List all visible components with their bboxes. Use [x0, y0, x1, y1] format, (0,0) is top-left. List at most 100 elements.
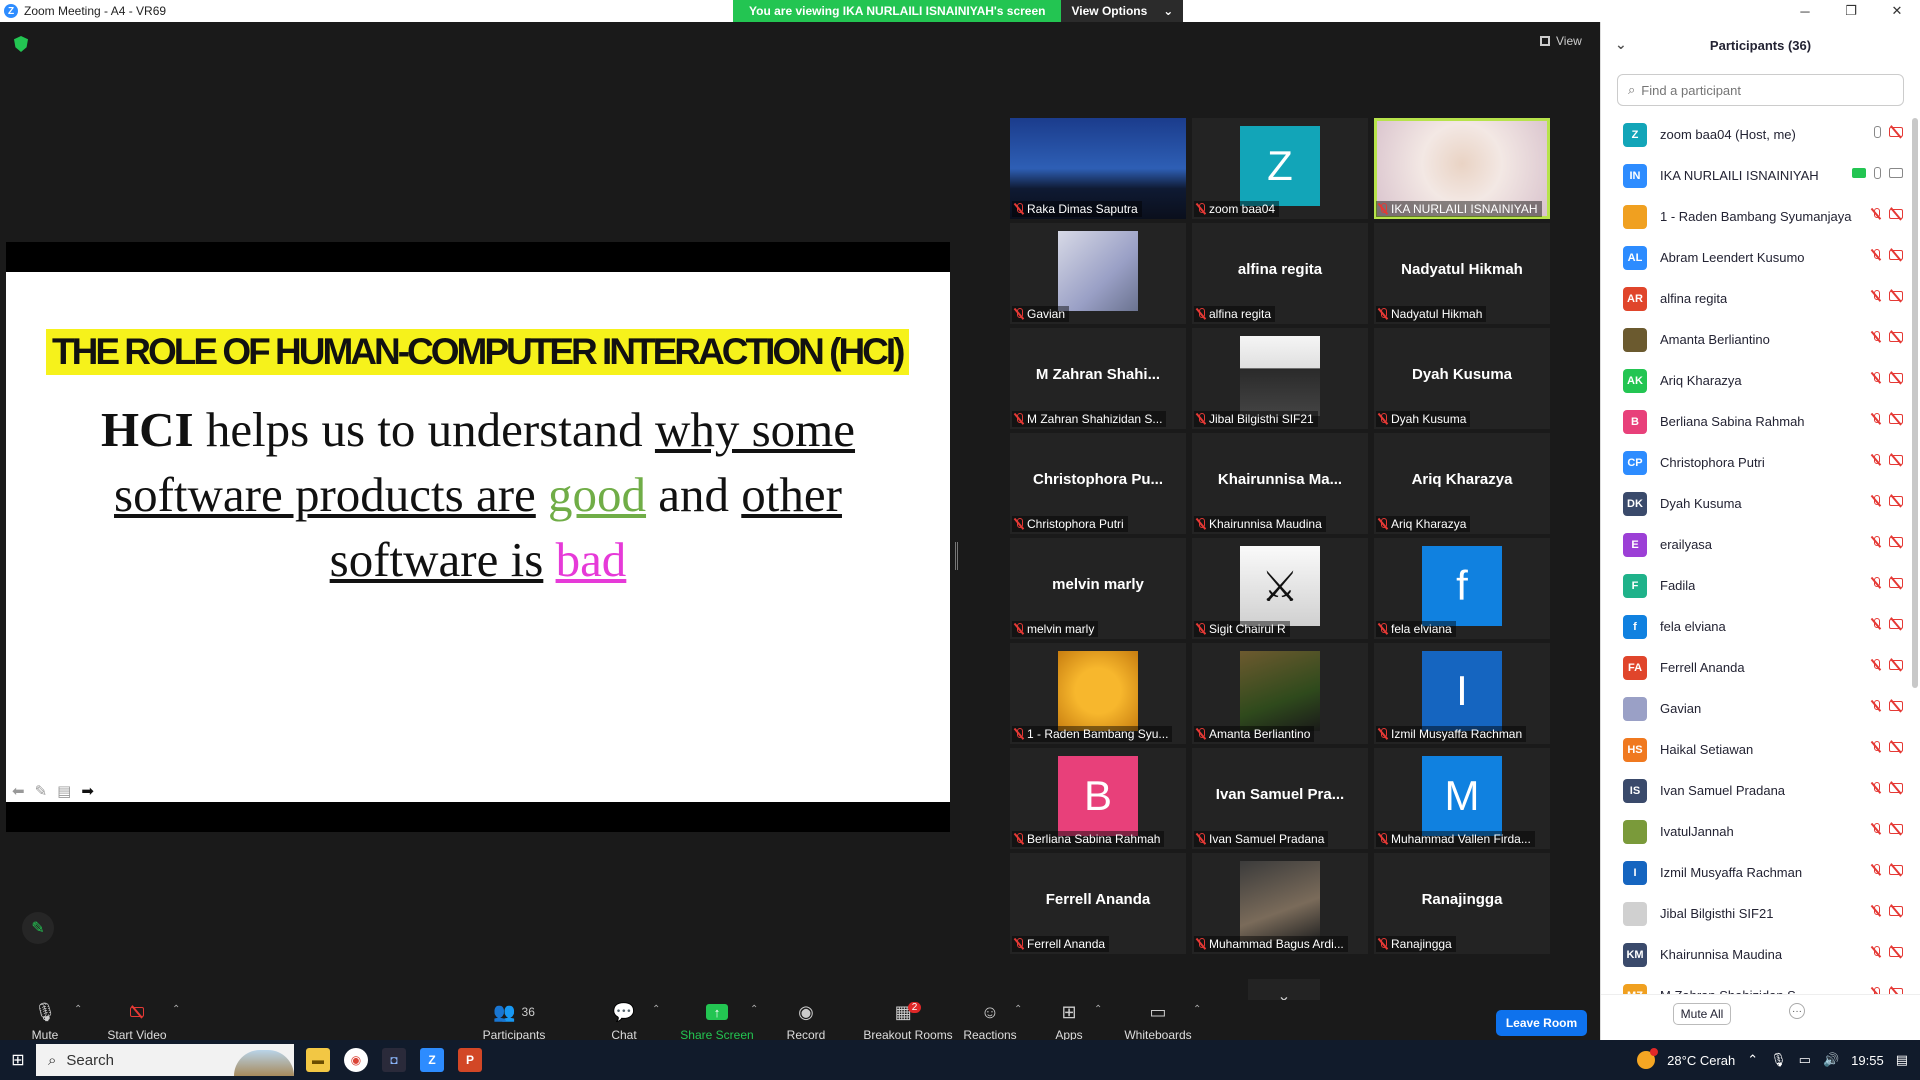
video-tile[interactable]: M Zahran Shahi... M Zahran Shahizidan S..…: [1010, 328, 1186, 429]
mic-muted-icon[interactable]: [1871, 782, 1881, 794]
powerpoint-icon[interactable]: P: [458, 1048, 482, 1072]
video-tile[interactable]: Muhammad Bagus Ardi...: [1192, 853, 1368, 954]
video-off-icon[interactable]: [1889, 455, 1903, 465]
video-tile[interactable]: M Muhammad Vallen Firda...: [1374, 748, 1550, 849]
video-off-icon[interactable]: [1889, 291, 1903, 301]
mic-muted-icon[interactable]: [1871, 249, 1881, 261]
windows-start-icon[interactable]: ⊞: [0, 1050, 36, 1070]
participant-row[interactable]: AL Abram Leendert Kusumo: [1601, 237, 1911, 278]
mic-muted-icon[interactable]: [1871, 659, 1881, 671]
minimize-button[interactable]: ─: [1782, 0, 1828, 22]
participant-row[interactable]: 1 - Raden Bambang Syumanjaya: [1601, 196, 1911, 237]
video-off-icon[interactable]: [1889, 332, 1903, 342]
participant-row[interactable]: IvatulJannah: [1601, 811, 1911, 852]
video-tile[interactable]: Ferrell Ananda Ferrell Ananda: [1010, 853, 1186, 954]
participant-row[interactable]: B Berliana Sabina Rahmah: [1601, 401, 1911, 442]
reactions-options-caret[interactable]: ⌃: [1014, 1004, 1022, 1015]
participant-list[interactable]: Zzoom baa04 (Host, me) IN IKA NURLAILI ISN…: [1601, 114, 1911, 994]
video-off-icon[interactable]: [1889, 742, 1903, 752]
encryption-shield-icon[interactable]: [14, 36, 28, 52]
file-explorer-icon[interactable]: ▬: [306, 1048, 330, 1072]
video-tile[interactable]: I Izmil Musyaffa Rachman: [1374, 643, 1550, 744]
mic-muted-icon[interactable]: [1871, 413, 1881, 425]
video-off-icon[interactable]: [1889, 783, 1903, 793]
video-tile[interactable]: Dyah Kusuma Dyah Kusuma: [1374, 328, 1550, 429]
video-off-icon[interactable]: [1889, 619, 1903, 629]
mic-muted-icon[interactable]: [1871, 864, 1881, 876]
video-tile[interactable]: Gavian: [1010, 223, 1186, 324]
mic-muted-icon[interactable]: [1871, 454, 1881, 466]
video-tile[interactable]: Christophora Pu... Christophora Putri: [1010, 433, 1186, 534]
mic-muted-icon[interactable]: [1871, 618, 1881, 630]
participant-row[interactable]: Zzoom baa04 (Host, me): [1601, 114, 1911, 155]
video-tile[interactable]: Amanta Berliantino: [1192, 643, 1368, 744]
close-button[interactable]: ✕: [1874, 0, 1920, 22]
video-tile[interactable]: Zzoom baa04: [1192, 118, 1368, 219]
video-off-icon[interactable]: [1889, 578, 1903, 588]
video-off-icon[interactable]: [1889, 701, 1903, 711]
notification-icon[interactable]: ▤: [1896, 1052, 1908, 1068]
volume-icon[interactable]: 🔊: [1823, 1052, 1839, 1068]
video-tile[interactable]: Khairunnisa Ma... Khairunnisa Maudina: [1192, 433, 1368, 534]
chevron-up-icon[interactable]: ⌃: [1747, 1052, 1758, 1068]
view-button[interactable]: View: [1540, 34, 1582, 48]
apps-options-caret[interactable]: ⌃: [1094, 1004, 1102, 1015]
mic-muted-icon[interactable]: [1871, 946, 1881, 958]
participant-row[interactable]: Gavian: [1601, 688, 1911, 729]
participant-row[interactable]: AK Ariq Kharazya: [1601, 360, 1911, 401]
resize-handle[interactable]: [955, 542, 958, 570]
participant-row[interactable]: FA Ferrell Ananda: [1601, 647, 1911, 688]
search-input[interactable]: [1641, 82, 1882, 98]
video-off-icon[interactable]: [1889, 824, 1903, 834]
video-tile[interactable]: f fela elviana: [1374, 538, 1550, 639]
mic-muted-icon[interactable]: [1871, 372, 1881, 384]
participant-row[interactable]: IS Ivan Samuel Pradana: [1601, 770, 1911, 811]
video-off-icon[interactable]: [1889, 373, 1903, 383]
participant-row[interactable]: IN IKA NURLAILI ISNAINIYAH: [1601, 155, 1911, 196]
video-off-icon[interactable]: [1889, 537, 1903, 547]
microphone-icon[interactable]: [1874, 167, 1881, 179]
participant-row[interactable]: Jibal Bilgisthi SIF21: [1601, 893, 1911, 934]
mute-all-button[interactable]: Mute All: [1673, 1003, 1731, 1025]
share-options-caret[interactable]: ⌃: [750, 1004, 758, 1015]
participant-row[interactable]: Eerailyasa: [1601, 524, 1911, 565]
video-off-icon[interactable]: [1889, 947, 1903, 957]
mic-muted-icon[interactable]: [1871, 290, 1881, 302]
collapse-chevron-icon[interactable]: ⌄: [1615, 36, 1627, 53]
participant-row[interactable]: I Izmil Musyaffa Rachman: [1601, 852, 1911, 893]
participant-row[interactable]: Amanta Berliantino: [1601, 319, 1911, 360]
zoom-app-icon[interactable]: Z: [420, 1048, 444, 1072]
participant-row[interactable]: DK Dyah Kusuma: [1601, 483, 1911, 524]
mic-muted-icon[interactable]: [1871, 741, 1881, 753]
chrome-icon[interactable]: ◉: [344, 1048, 368, 1072]
leave-room-button[interactable]: Leave Room: [1496, 1010, 1587, 1036]
participant-search[interactable]: ⌕: [1617, 74, 1904, 106]
video-off-icon[interactable]: [1889, 209, 1903, 219]
taskbar-search[interactable]: ⌕ Search: [36, 1044, 294, 1076]
whiteboards-button[interactable]: ▭ Whiteboards: [1113, 1000, 1203, 1043]
video-tile[interactable]: alfina regita alfina regita: [1192, 223, 1368, 324]
record-button[interactable]: ◉ Record: [761, 1000, 851, 1043]
mic-muted-icon[interactable]: [1871, 536, 1881, 548]
menu-icon[interactable]: ▤: [57, 782, 71, 800]
mic-muted-icon[interactable]: [1871, 331, 1881, 343]
annotate-pencil-icon[interactable]: ✎: [22, 912, 54, 944]
video-tile[interactable]: 1 - Raden Bambang Syu...: [1010, 643, 1186, 744]
video-tile[interactable]: Ranajingga Ranajingga: [1374, 853, 1550, 954]
mic-muted-icon[interactable]: [1871, 577, 1881, 589]
previous-slide-icon[interactable]: ⬅: [12, 782, 25, 800]
weather-icon[interactable]: [1637, 1048, 1659, 1069]
participant-row[interactable]: MZM Zahran Shahizidan S...: [1601, 975, 1911, 994]
video-off-icon[interactable]: [1889, 865, 1903, 875]
next-slide-icon[interactable]: ➡: [81, 782, 94, 800]
participant-list-scrollbar[interactable]: [1912, 118, 1918, 688]
mic-muted-icon[interactable]: [1871, 987, 1881, 994]
participant-row[interactable]: f fela elviana: [1601, 606, 1911, 647]
video-off-icon[interactable]: [1889, 906, 1903, 916]
participants-button[interactable]: 👥 36 Participants: [469, 1000, 559, 1043]
video-tile[interactable]: IKA NURLAILI ISNAINIYAH: [1374, 118, 1550, 219]
start-video-button[interactable]: Start Video: [92, 1000, 182, 1042]
video-off-icon[interactable]: [1889, 414, 1903, 424]
participant-row[interactable]: F Fadila: [1601, 565, 1911, 606]
pen-icon[interactable]: ✎: [35, 782, 48, 800]
